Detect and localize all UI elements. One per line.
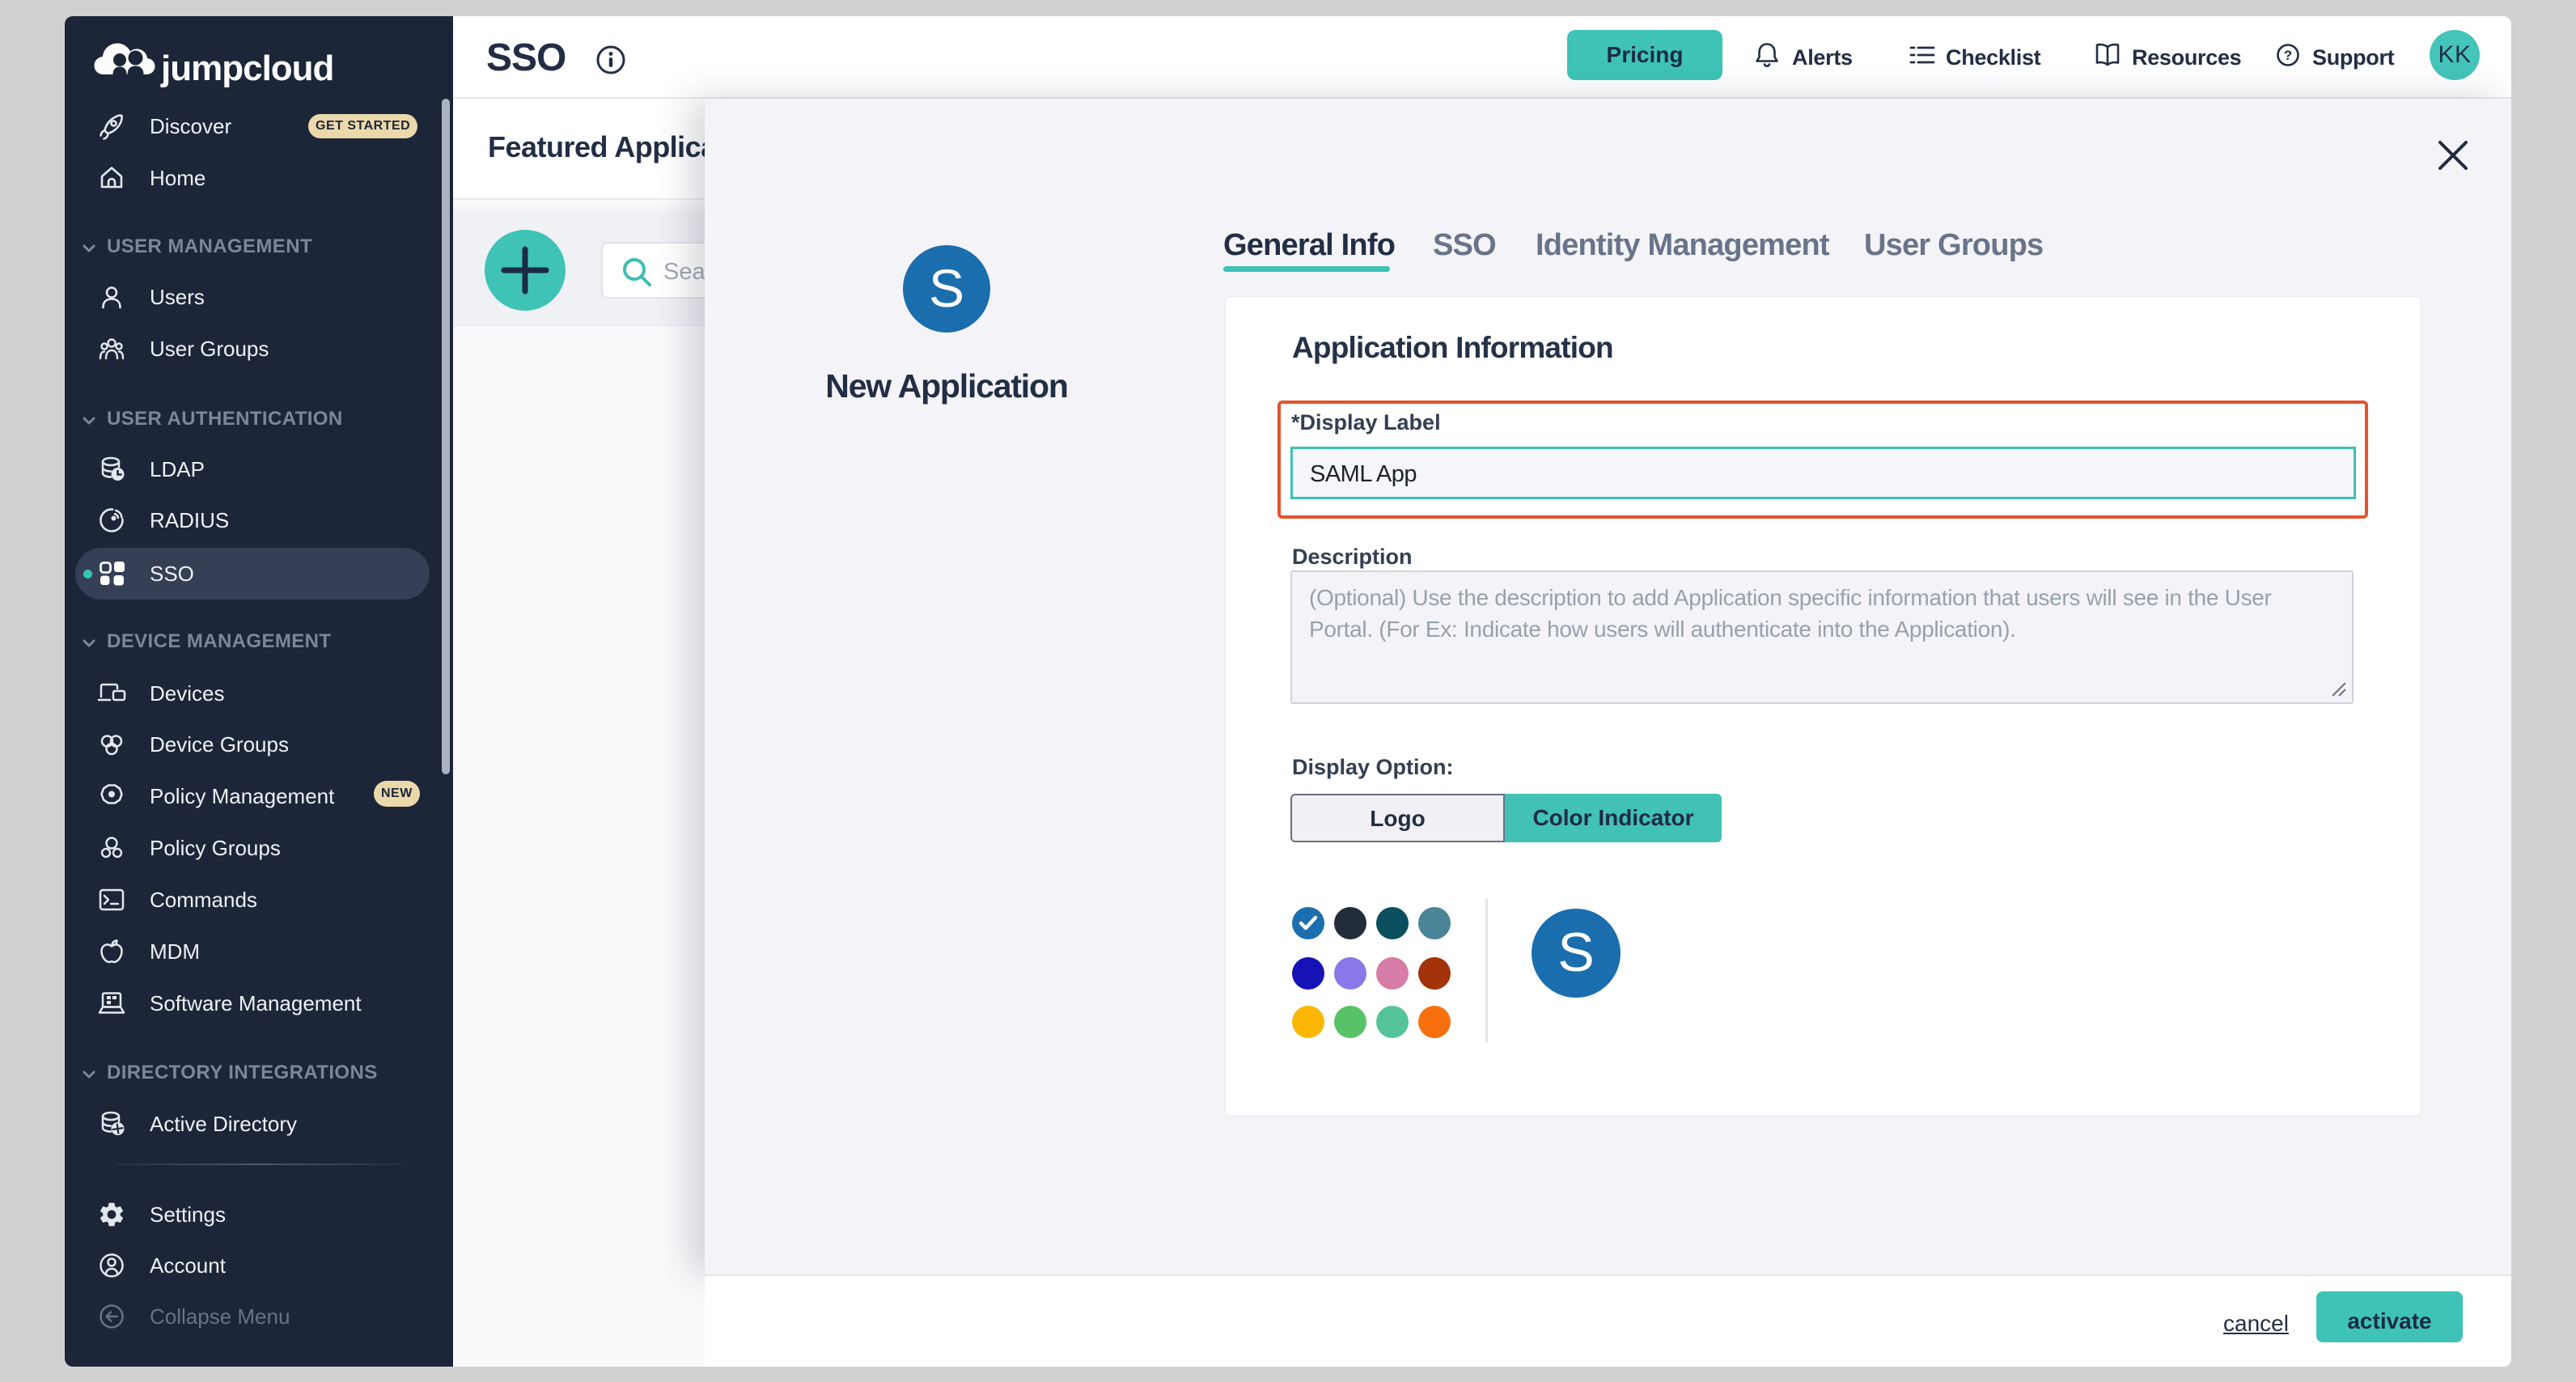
svg-text:?: ? [2284, 48, 2292, 63]
